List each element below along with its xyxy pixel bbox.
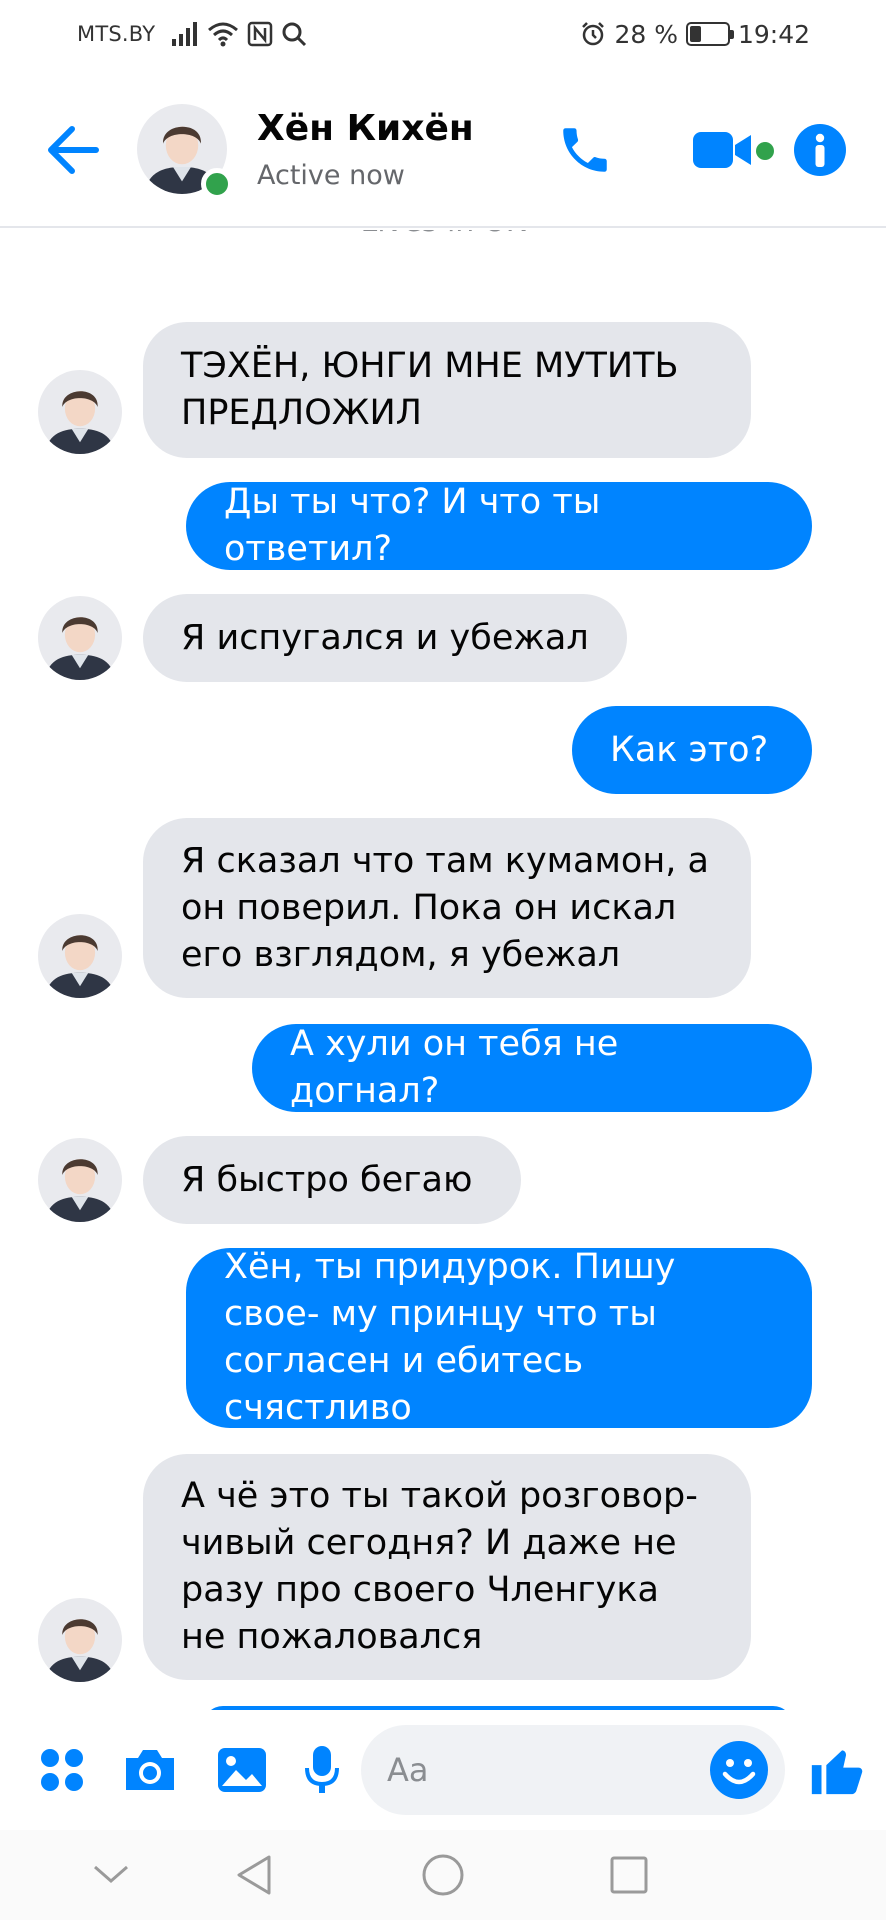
- contact-name[interactable]: Хён Кихён: [257, 108, 474, 149]
- circle-home-icon: [422, 1854, 464, 1896]
- nav-back-button[interactable]: [228, 1850, 278, 1900]
- chat-header: Хён Кихён Active now: [0, 72, 886, 228]
- microphone-icon: [305, 1746, 339, 1793]
- contact-avatar[interactable]: [137, 104, 233, 200]
- menu-button[interactable]: [38, 1740, 86, 1800]
- message-text: Я быстро бегаю: [181, 1159, 473, 1200]
- triangle-back-icon: [237, 1855, 271, 1895]
- square-recents-icon: [610, 1856, 648, 1894]
- four-dots-icon: [41, 1749, 83, 1791]
- message-text: Я испугался и убежал: [181, 617, 589, 658]
- camera-icon: [126, 1750, 174, 1790]
- image-icon: [218, 1748, 266, 1792]
- message-input[interactable]: [387, 1725, 687, 1815]
- nav-recents-button[interactable]: [604, 1850, 654, 1900]
- phone-icon: [563, 128, 607, 172]
- wifi-icon: [208, 22, 238, 47]
- message-text: А хули он тебя не догнал?: [290, 1024, 619, 1111]
- sender-avatar[interactable]: [38, 914, 122, 998]
- nav-home-button[interactable]: [418, 1850, 468, 1900]
- message-text: А чё это ты такой розговор- чивый сегодн…: [181, 1476, 698, 1657]
- outgoing-message[interactable]: А хули он тебя не догнал?: [252, 1024, 812, 1112]
- search-icon: [282, 22, 307, 47]
- incoming-message[interactable]: ТЭХЁН, ЮНГИ МНЕ МУТИТЬ ПРЕДЛОЖИЛ: [143, 322, 751, 458]
- arrow-left-icon: [48, 126, 99, 174]
- sender-avatar[interactable]: [38, 1598, 122, 1682]
- message-text: ТЭХЁН, ЮНГИ МНЕ МУТИТЬ ПРЕДЛОЖИЛ: [181, 346, 679, 433]
- message-text: Ды ты что? И что ты ответил?: [224, 482, 601, 569]
- message-text: Я сказал что там кумамон, а он поверил. …: [181, 840, 709, 975]
- smiley-icon: [710, 1741, 768, 1799]
- carrier-label: MTS.BY: [77, 22, 156, 46]
- outgoing-message[interactable]: Ды ты что? И что ты ответил?: [186, 482, 812, 570]
- call-button[interactable]: [553, 120, 617, 180]
- message-text: Хён, ты придурок. Пишу свое- му принцу ч…: [224, 1247, 676, 1428]
- like-button[interactable]: [806, 1740, 866, 1800]
- alarm-icon: [582, 22, 605, 46]
- sender-avatar[interactable]: [38, 596, 122, 680]
- battery-level: [689, 26, 702, 42]
- chevron-down-icon: [94, 1865, 128, 1883]
- camera-button[interactable]: [121, 1740, 179, 1800]
- info-icon: [794, 124, 846, 176]
- incoming-message[interactable]: А чё это ты такой розговор- чивый сегодн…: [143, 1454, 751, 1680]
- sender-avatar[interactable]: [38, 370, 122, 454]
- status-icons: [171, 18, 307, 50]
- contact-status: Active now: [257, 160, 405, 191]
- emoji-button[interactable]: [709, 1740, 769, 1800]
- incoming-message[interactable]: Я сказал что там кумамон, а он поверил. …: [143, 818, 751, 998]
- message-text: Как это?: [610, 729, 769, 770]
- message-field[interactable]: [361, 1725, 785, 1815]
- sender-avatar[interactable]: [38, 1138, 122, 1222]
- online-indicator: [201, 168, 233, 200]
- battery-icon: [685, 22, 734, 46]
- outgoing-message[interactable]: Хён, ты придурок. Пишу свое- му принцу ч…: [186, 1247, 812, 1428]
- video-camera-icon: [693, 132, 751, 168]
- video-active-dot: [756, 142, 774, 160]
- signal-icon: [172, 22, 197, 46]
- thumbs-up-icon: [811, 1750, 863, 1795]
- back-button[interactable]: [46, 124, 106, 176]
- gallery-button[interactable]: [214, 1740, 270, 1800]
- message-list[interactable]: Lives in UK ТЭХЁН, ЮНГИ МНЕ МУТИТЬ ПРЕДЛ…: [0, 230, 886, 1710]
- incoming-message[interactable]: Я быстро бегаю: [143, 1136, 521, 1224]
- status-right: 28 % 19:42: [580, 18, 810, 50]
- battery-percent: 28 %: [614, 19, 678, 49]
- hide-keyboard-button[interactable]: [86, 1850, 136, 1900]
- clock: 19:42: [737, 19, 810, 49]
- messenger-chat-screen: MTS.BY 28 % 19:42 Хён Кихён Active now Т…: [0, 0, 886, 1920]
- info-button[interactable]: [790, 120, 850, 180]
- nfc-icon: [247, 21, 273, 47]
- system-navigation-bar: [0, 1830, 886, 1920]
- incoming-message[interactable]: Я испугался и убежал: [143, 594, 627, 682]
- message-composer: [0, 1710, 886, 1830]
- profile-info-text: Lives in UK: [0, 230, 886, 239]
- status-bar: MTS.BY 28 % 19:42: [0, 0, 886, 72]
- video-call-button[interactable]: [668, 120, 780, 180]
- voice-button[interactable]: [302, 1740, 342, 1800]
- outgoing-message[interactable]: Как это?: [572, 706, 812, 794]
